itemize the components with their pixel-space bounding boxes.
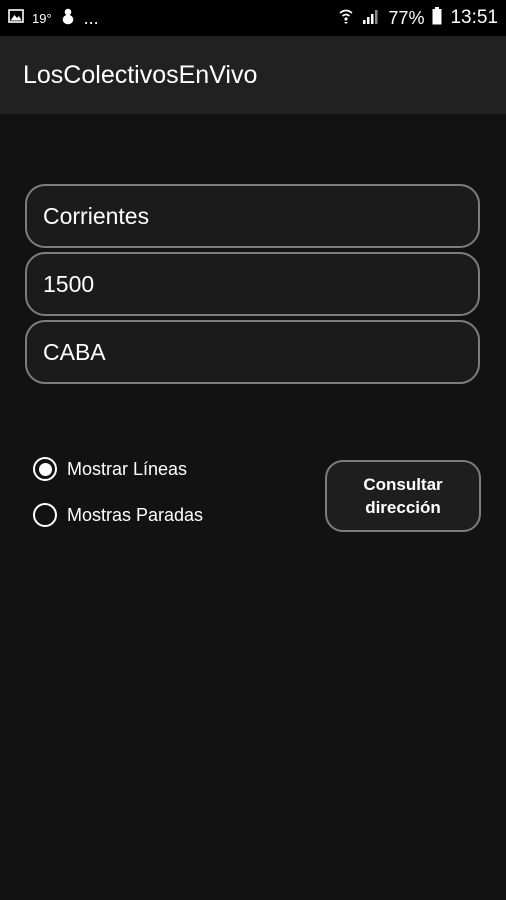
clock-time: 13:51 <box>450 7 498 28</box>
radio-show-stops-label: Mostras Paradas <box>67 504 204 525</box>
radio-button-selected[interactable] <box>33 457 57 481</box>
app-title: LosColectivosEnVivo <box>23 60 258 89</box>
status-bar-right: 77% 13:51 <box>338 6 498 30</box>
battery-percentage: 77% <box>388 7 425 28</box>
consult-address-button[interactable]: Consultar dirección <box>325 460 481 532</box>
image-notification-icon <box>8 8 24 28</box>
radio-show-lines-label: Mostrar Líneas <box>67 458 188 479</box>
status-bar-left: 19° ... <box>8 7 99 30</box>
more-notifications-indicator: ... <box>83 7 99 28</box>
consult-button-label-line2: dirección <box>365 498 441 517</box>
app-bar: LosColectivosEnVivo <box>0 36 506 114</box>
city-field[interactable] <box>25 320 480 384</box>
status-bar: 19° ... 77% 13:51 <box>0 0 506 36</box>
battery-icon <box>432 6 442 30</box>
number-field[interactable] <box>25 252 480 316</box>
radio-selected-dot <box>38 462 52 476</box>
street-input[interactable] <box>43 202 478 230</box>
temperature-text: 19° <box>32 10 52 26</box>
consult-button-label-line1: Consultar <box>363 475 443 494</box>
number-input[interactable] <box>43 270 478 298</box>
radio-show-lines[interactable]: Mostrar Líneas <box>33 457 187 481</box>
main-content: Mostrar Líneas Mostras Paradas Consultar… <box>0 114 506 900</box>
wifi-icon <box>338 8 354 29</box>
city-input[interactable] <box>43 338 478 366</box>
snowman-icon <box>60 7 76 30</box>
radio-show-stops[interactable]: Mostras Paradas <box>33 503 203 527</box>
cellular-signal-icon <box>362 8 380 29</box>
street-field[interactable] <box>25 184 480 248</box>
radio-button-unselected[interactable] <box>33 503 57 527</box>
